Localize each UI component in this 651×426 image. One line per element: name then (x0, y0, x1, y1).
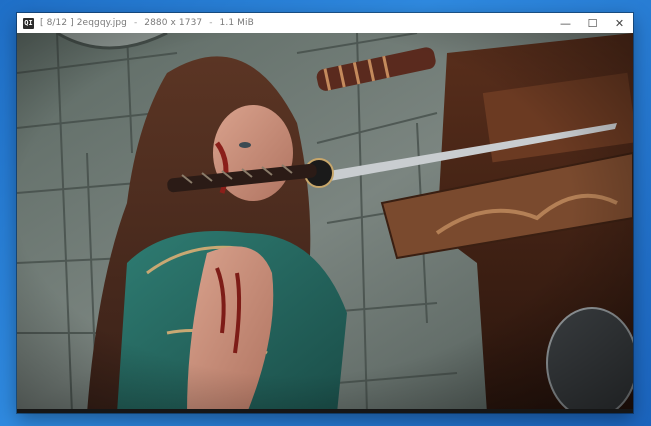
image-dimensions: 2880 x 1737 (144, 18, 203, 28)
window-bottom-edge (17, 409, 633, 413)
window-controls: — ☐ ✕ (552, 13, 633, 33)
close-button[interactable]: ✕ (606, 13, 633, 33)
image-filesize: 1.1 MiB (219, 18, 254, 28)
maximize-button[interactable]: ☐ (579, 13, 606, 33)
image-viewer-window[interactable]: QI [ 8/12 ] 2eqgqy.jpg - 2880 x 1737 - 1… (17, 13, 633, 413)
window-title: [ 8/12 ] 2eqgqy.jpg - 2880 x 1737 - 1.1 … (40, 18, 254, 28)
title-bar[interactable]: QI [ 8/12 ] 2eqgqy.jpg - 2880 x 1737 - 1… (17, 13, 633, 33)
title-separator: - (133, 18, 138, 28)
vignette (17, 33, 633, 413)
image-viewport[interactable] (17, 33, 633, 413)
minimize-button[interactable]: — (552, 13, 579, 33)
minimize-icon: — (560, 16, 571, 30)
image-filename: 2eqgqy.jpg (76, 18, 127, 28)
app-icon: QI (23, 17, 34, 29)
image-counter: [ 8/12 ] (40, 18, 74, 28)
maximize-icon: ☐ (587, 16, 598, 30)
title-separator: - (209, 18, 213, 28)
close-icon: ✕ (614, 16, 625, 30)
displayed-image (17, 33, 633, 413)
